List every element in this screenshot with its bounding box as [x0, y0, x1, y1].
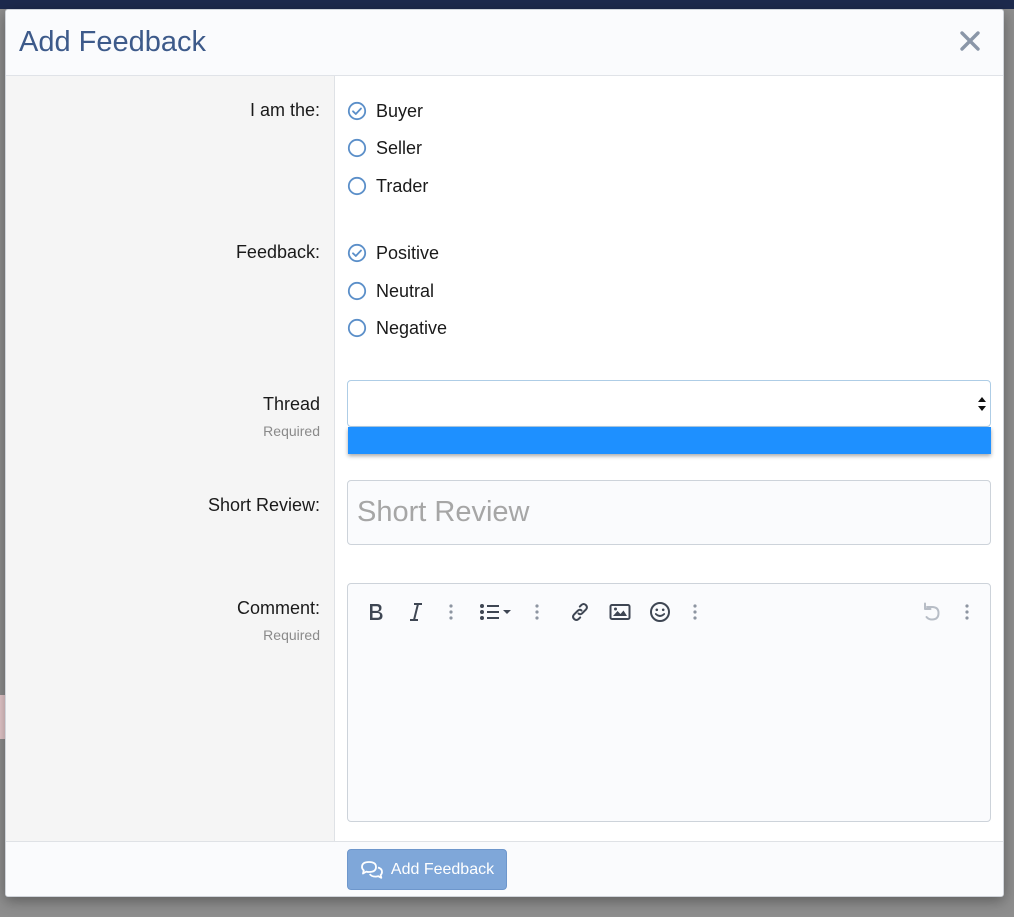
add-feedback-modal: Add Feedback I am the: Buyer Seller Trad…	[5, 9, 1004, 897]
role-label: I am the:	[249, 100, 320, 120]
radio-negative[interactable]: Negative	[347, 316, 447, 340]
more-options-button[interactable]	[437, 598, 465, 626]
radio-label: Seller	[376, 137, 423, 158]
radio-label: Buyer	[376, 100, 424, 121]
italic-icon	[410, 603, 422, 621]
select-arrows-icon	[978, 397, 986, 411]
short-review-input[interactable]	[347, 480, 991, 545]
close-icon	[960, 31, 980, 51]
undo-icon	[924, 602, 940, 621]
background-topbar	[0, 0, 1014, 9]
feedback-label: Feedback:	[235, 242, 320, 262]
radio-label: Negative	[376, 317, 448, 338]
radio-unchecked-icon	[347, 176, 367, 196]
comment-label: Comment:	[236, 598, 320, 618]
form-label-column	[6, 76, 335, 841]
more-vertical-icon	[693, 604, 697, 620]
radio-neutral[interactable]: Neutral	[347, 279, 434, 303]
emoji-button[interactable]	[646, 598, 674, 626]
link-icon	[572, 603, 588, 621]
radio-unchecked-icon	[347, 318, 367, 338]
modal-header: Add Feedback	[6, 10, 1003, 76]
more-options-button[interactable]	[953, 598, 981, 626]
bold-icon	[370, 604, 383, 620]
more-vertical-icon	[449, 604, 453, 620]
modal-footer: Add Feedback	[6, 841, 1003, 896]
image-icon	[609, 604, 631, 620]
radio-label: Neutral	[376, 280, 435, 301]
comment-editor[interactable]	[347, 583, 991, 822]
close-button[interactable]	[955, 26, 985, 56]
radio-trader[interactable]: Trader	[347, 174, 428, 198]
more-options-button[interactable]	[523, 598, 551, 626]
add-feedback-button[interactable]: Add Feedback	[347, 849, 507, 890]
list-button[interactable]	[477, 598, 517, 626]
smiley-icon	[650, 602, 670, 622]
more-vertical-icon	[535, 604, 539, 620]
radio-buyer[interactable]: Buyer	[347, 99, 423, 123]
modal-title: Add Feedback	[19, 26, 207, 58]
italic-button[interactable]	[402, 598, 430, 626]
more-options-button[interactable]	[681, 598, 709, 626]
more-vertical-icon	[965, 604, 969, 620]
radio-unchecked-icon	[347, 138, 367, 158]
radio-checked-icon	[347, 243, 367, 263]
radio-label: Trader	[376, 175, 429, 196]
add-feedback-button-label: Add Feedback	[390, 860, 495, 878]
image-button[interactable]	[606, 598, 634, 626]
thread-label: Thread	[262, 394, 320, 414]
bold-button[interactable]	[362, 598, 390, 626]
radio-unchecked-icon	[347, 281, 367, 301]
link-button[interactable]	[566, 598, 594, 626]
thread-required-hint: Required	[263, 423, 320, 439]
radio-seller[interactable]: Seller	[347, 136, 422, 160]
comment-required-hint: Required	[263, 627, 320, 643]
undo-button[interactable]	[918, 598, 946, 626]
short-review-label: Short Review:	[207, 495, 320, 515]
thread-select[interactable]	[347, 380, 991, 427]
radio-positive[interactable]: Positive	[347, 241, 439, 265]
comments-icon	[361, 860, 383, 879]
radio-label: Positive	[376, 242, 440, 263]
thread-dropdown-option-highlighted[interactable]	[348, 427, 991, 454]
radio-checked-icon	[347, 101, 367, 121]
list-icon	[480, 604, 511, 620]
